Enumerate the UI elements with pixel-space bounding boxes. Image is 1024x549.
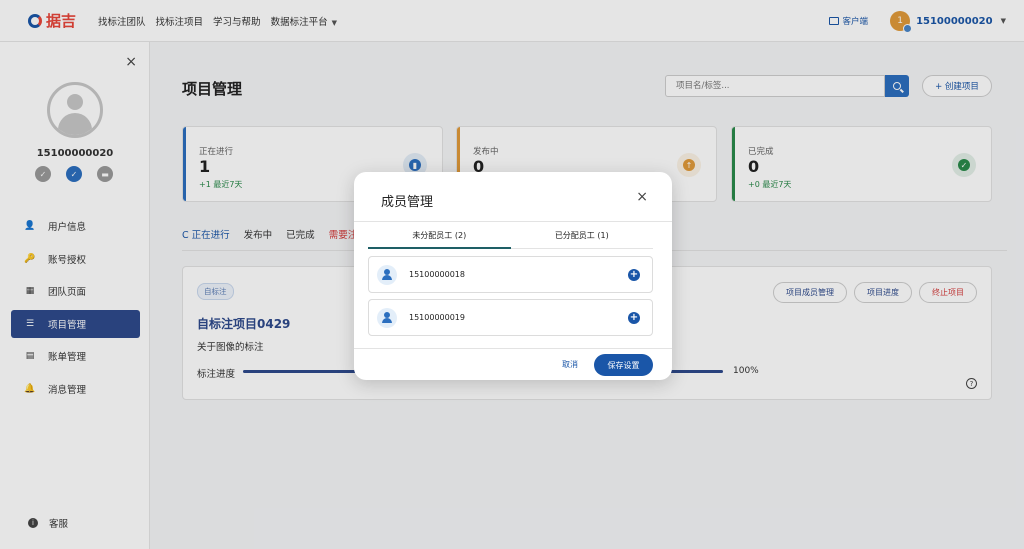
list-item: 15100000019 + [368, 299, 653, 336]
tab-unassigned[interactable]: 未分配员工 (2) [368, 224, 511, 249]
modal-footer-divider [354, 348, 672, 349]
member-name: 15100000019 [409, 313, 465, 322]
cancel-button[interactable]: 取消 [562, 359, 578, 370]
save-button[interactable]: 保存设置 [594, 354, 653, 376]
modal-title: 成员管理 [381, 195, 434, 210]
tab-assigned[interactable]: 已分配员工 (1) [510, 224, 653, 249]
modal-divider [354, 221, 672, 222]
user-icon [377, 307, 397, 328]
member-management-modal: 成员管理 × 未分配员工 (2) 已分配员工 (1) 15100000018 +… [354, 172, 672, 380]
list-item: 15100000018 + [368, 256, 653, 293]
add-icon[interactable]: + [628, 268, 640, 281]
member-name: 15100000018 [409, 270, 465, 279]
user-icon [377, 264, 397, 285]
add-icon[interactable]: + [628, 311, 640, 324]
close-icon[interactable]: × [636, 189, 648, 205]
modal-tabs: 未分配员工 (2) 已分配员工 (1) [368, 224, 653, 249]
